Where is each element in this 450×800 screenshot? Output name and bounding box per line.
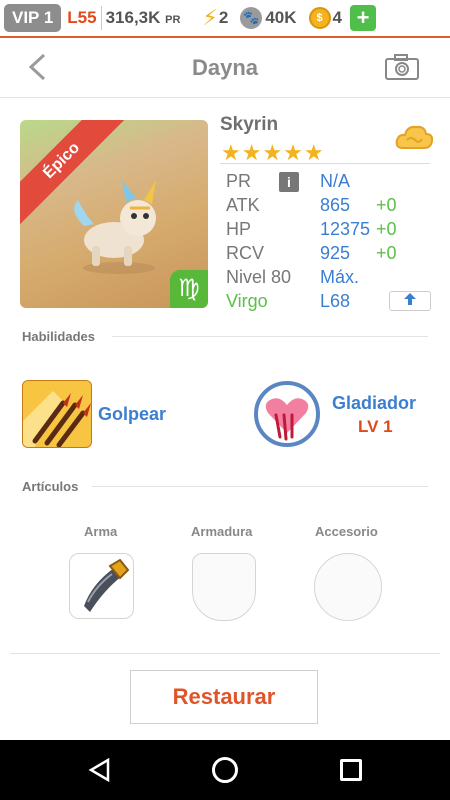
stat-bonus-hp: +0 — [376, 219, 397, 239]
skill-name[interactable]: Golpear — [98, 404, 166, 425]
stat-label-level: Nivel 80 — [226, 267, 292, 287]
coin-icon: $ — [308, 7, 331, 29]
chevron-left-icon — [28, 53, 46, 81]
zodiac-virgo-icon: ♍ — [170, 270, 208, 308]
stat-value-atk: 865 — [320, 195, 351, 215]
player-level: L55 — [67, 8, 97, 27]
power-rating: 316,3K PR — [106, 8, 181, 28]
divider — [10, 653, 440, 654]
stat-label-rcv: RCV — [226, 243, 265, 263]
stat-value-rcv: 925 — [320, 243, 351, 263]
upgrade-button[interactable] — [389, 291, 431, 311]
lightning-icon: ⚡ — [202, 5, 218, 30]
pet-portrait[interactable]: Épico ♍ — [20, 120, 208, 308]
paw-counter[interactable]: 🐾 40K — [240, 7, 297, 29]
stat-bonus-atk: +0 — [376, 195, 397, 215]
page-title: Dayna — [191, 54, 259, 80]
energy-value: 2 — [218, 8, 229, 27]
stat-label-pr: PR — [226, 171, 252, 191]
nav-recents-icon[interactable] — [340, 759, 362, 781]
back-button[interactable] — [26, 52, 56, 82]
stat-label-hp: HP — [226, 219, 252, 239]
weapon-slot[interactable] — [69, 553, 134, 619]
arrow-up-icon — [404, 293, 416, 305]
restore-button[interactable]: Restaurar — [130, 670, 318, 724]
energy-counter[interactable]: ⚡ 2 — [202, 5, 228, 31]
slot-label-weapon: Arma — [84, 524, 118, 539]
trait-name[interactable]: Gladiador — [332, 393, 416, 414]
info-icon[interactable]: i — [279, 172, 299, 192]
stat-label-atk: ATK — [226, 195, 260, 215]
stat-value-pr: N/A — [320, 171, 351, 191]
stat-label-zodiac: Virgo — [226, 291, 268, 311]
coin-counter[interactable]: $4 — [308, 7, 342, 29]
section-title-articles: Artículos — [22, 479, 79, 494]
camera-icon — [385, 54, 419, 80]
power-unit: PR — [165, 14, 181, 26]
stat-bonus-rcv: +0 — [376, 243, 397, 263]
stat-value-hp: 12375 — [320, 219, 371, 239]
slot-label-accessory: Accesorio — [315, 524, 378, 539]
trait-gladiator-icon[interactable] — [254, 381, 320, 447]
armor-slot[interactable] — [192, 553, 256, 621]
add-currency-button[interactable]: + — [350, 5, 376, 31]
divider — [92, 486, 428, 487]
section-title-abilities: Habilidades — [22, 329, 95, 344]
claw-weapon-icon — [84, 558, 130, 612]
vip-label: VIP 1 — [12, 8, 54, 27]
camera-button[interactable] — [384, 52, 420, 82]
divider — [220, 163, 430, 164]
power-value: 316,3K — [105, 8, 161, 27]
stat-value-zodiac: L68 — [320, 291, 351, 311]
skill-strike-icon[interactable] — [22, 380, 92, 448]
system-nav-bar — [0, 740, 450, 800]
page-header: Dayna — [0, 38, 450, 98]
divider — [100, 6, 102, 30]
slot-label-armor: Armadura — [191, 524, 253, 539]
nav-home-icon[interactable] — [212, 757, 238, 783]
vip-badge[interactable]: VIP 1 — [4, 4, 62, 32]
pet-image — [74, 180, 156, 274]
pet-name: Skyrin — [220, 114, 279, 135]
trait-level: LV 1 — [358, 417, 393, 436]
divider — [112, 336, 428, 337]
nav-back-icon[interactable] — [88, 758, 112, 782]
accessory-slot[interactable] — [314, 553, 382, 621]
status-bar: VIP 1 L55 316,3K PR ⚡ 2 🐾 40K $4 + — [0, 0, 450, 38]
paw-icon: 🐾 — [240, 7, 263, 29]
paw-value: 40K — [265, 8, 297, 27]
cloud-icon[interactable] — [395, 122, 434, 157]
coin-value: 4 — [332, 8, 342, 27]
stat-value-level: Máx. — [320, 267, 360, 287]
